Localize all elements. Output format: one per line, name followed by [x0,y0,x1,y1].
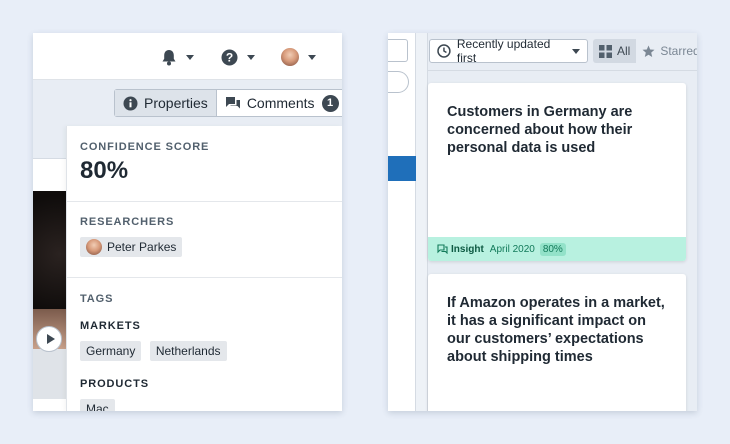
filter-all-button[interactable]: All [593,39,637,63]
avatar [281,48,299,66]
products-label: PRODUCTS [80,378,149,390]
bell-icon [162,49,176,65]
question-icon: ? [221,49,238,65]
top-navigation: ? [33,33,342,80]
researcher-chip[interactable]: Peter Parkes [80,237,183,257]
tab-comments-label: Comments [246,95,315,111]
filter-group: All Starred [593,39,697,63]
sidebar-button[interactable] [388,39,408,62]
info-icon [123,96,138,110]
insight-card[interactable]: Customers in Germany are concerned about… [428,83,686,261]
tags-label: TAGS [80,293,114,305]
star-icon [642,45,655,57]
tab-comments[interactable]: Comments 1 [217,90,342,116]
comments-count-badge: 1 [321,94,339,112]
researchers-label: RESEARCHERS [80,216,175,228]
divider [67,277,342,278]
media-preview [33,159,66,411]
tag-chip[interactable]: Mac [80,399,115,411]
chevron-down-icon [308,54,316,60]
panel-tabs: Properties Comments 1 [114,89,342,117]
tab-properties[interactable]: Properties [115,90,217,116]
card-title: If Amazon operates in a market, it has a… [447,295,665,365]
sort-dropdown[interactable]: Recently updated first [429,37,588,65]
properties-panel: CONFIDENCE SCORE 80% RESEARCHERS Peter P… [66,126,342,411]
confidence-section: CONFIDENCE SCORE 80% [80,141,209,185]
insight-icon [437,244,448,254]
avatar [86,239,102,255]
insights-window: Recently updated first All Starred Custo… [388,33,697,411]
video-controls-bar [33,349,66,399]
tags-section: TAGS MARKETS Germany Netherlands PRODUCT… [80,293,231,411]
tag-chip[interactable]: Germany [80,341,142,361]
play-icon[interactable] [36,326,62,352]
chevron-down-icon [572,48,580,54]
chevron-down-icon [186,54,194,60]
sort-label: Recently updated first [456,37,551,65]
sidebar-toggle[interactable] [388,71,409,93]
card-type: Insight [451,243,484,255]
divider [67,201,342,202]
filter-all-label: All [617,44,631,58]
comments-icon [225,96,240,108]
sidebar-column [416,33,428,411]
card-date: April 2020 [489,243,535,255]
confidence-value: 80% [80,157,129,184]
help-menu[interactable]: ? [221,47,255,67]
filter-starred-label: Starred [660,44,697,58]
user-menu[interactable] [281,47,316,67]
card-meta: Insight April 2020 80% [428,237,686,261]
svg-text:?: ? [226,50,233,64]
insight-card[interactable]: If Amazon operates in a market, it has a… [428,274,686,411]
chevron-down-icon [247,54,255,60]
notifications-menu[interactable] [161,47,194,67]
card-title: Customers in Germany are concerned about… [447,104,633,156]
researchers-section: RESEARCHERS Peter Parkes [80,216,186,260]
markets-label: MARKETS [80,320,141,332]
confidence-label: CONFIDENCE SCORE [80,141,210,153]
grid-icon [599,44,612,58]
clock-icon [437,44,451,58]
list-toolbar: Recently updated first All Starred [428,33,697,71]
filter-starred-button[interactable]: Starred [636,39,697,63]
sidebar [388,33,416,411]
tab-properties-label: Properties [144,95,208,111]
researcher-name: Peter Parkes [107,240,177,254]
properties-window: ? Properties Comments 1 CONFIDENCE SCORE… [33,33,342,411]
tag-chip[interactable]: Netherlands [149,341,227,361]
card-confidence: 80% [539,242,566,256]
sidebar-item-selected[interactable] [388,156,416,181]
